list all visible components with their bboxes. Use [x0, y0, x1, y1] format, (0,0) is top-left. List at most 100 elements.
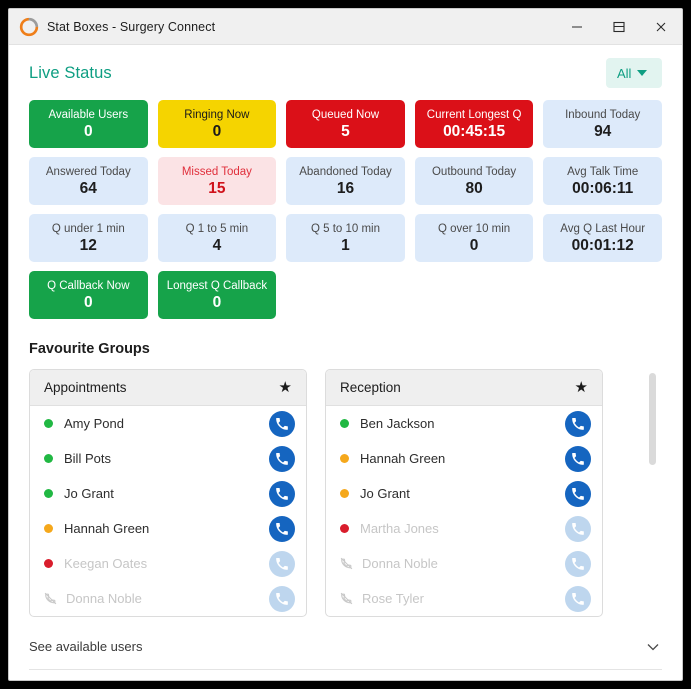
status-filter-label: All: [617, 65, 632, 81]
stat-box-label: Available Users: [48, 108, 129, 121]
user-list-item[interactable]: Keegan Oates: [30, 546, 306, 581]
call-user-button[interactable]: [565, 445, 591, 472]
stat-box-grid: Available Users 0 Ringing Now 0 Queued Now 5 C…: [29, 100, 662, 319]
stat-box-value: 5: [341, 122, 350, 140]
user-list-item[interactable]: Donna Noble: [30, 581, 306, 616]
stat-box-label: Missed Today: [181, 165, 252, 178]
window-controls: [556, 9, 682, 44]
call-user-button[interactable]: [565, 410, 591, 437]
stat-box[interactable]: Avg Q Last Hour 00:01:12: [543, 214, 662, 262]
stat-box-value: 16: [336, 179, 355, 197]
user-name: Amy Pond: [64, 416, 124, 431]
stat-box-value: 94: [594, 122, 612, 140]
user-status-dot: [340, 454, 349, 463]
stat-box[interactable]: Avg Talk Time 00:06:11: [543, 157, 662, 205]
favourite-groups-title: Favourite Groups: [29, 341, 150, 357]
stat-box[interactable]: Current Longest Q 00:45:15: [414, 100, 534, 148]
user-status-dot: [44, 559, 53, 568]
stat-box-value: 00:06:11: [572, 179, 634, 197]
stat-box[interactable]: Abandoned Today 16: [286, 157, 405, 205]
stat-box-label: Queued Now: [311, 108, 380, 121]
stat-box[interactable]: Longest Q Callback 0: [157, 271, 277, 319]
call-user-button[interactable]: [269, 410, 295, 437]
call-user-button: [269, 550, 295, 577]
user-list-item[interactable]: Jo Grant: [326, 476, 602, 511]
window-title: Stat Boxes - Surgery Connect: [47, 19, 216, 34]
stat-box[interactable]: Q under 1 min 12: [29, 214, 148, 262]
stat-box[interactable]: Missed Today 15: [157, 157, 277, 205]
stat-box-value: 4: [212, 236, 222, 254]
stat-box[interactable]: Queued Now 5: [286, 100, 405, 148]
user-list-item[interactable]: Donna Noble: [326, 546, 602, 581]
call-user-button: [565, 515, 591, 542]
user-list-item[interactable]: Bill Pots: [30, 441, 306, 476]
user-list-item[interactable]: Martha Jones: [326, 511, 602, 546]
stat-box[interactable]: Q Callback Now 0: [29, 271, 148, 319]
groups-scrollbar-thumb[interactable]: [649, 373, 656, 465]
user-list-item[interactable]: Amy Pond: [30, 406, 306, 441]
page-title: Live Status: [29, 63, 112, 82]
restore-button[interactable]: [598, 9, 640, 44]
stat-box[interactable]: Available Users 0: [29, 100, 148, 148]
group-card-header: Reception ★: [326, 370, 602, 406]
stat-box[interactable]: Answered Today 64: [29, 157, 148, 205]
user-name: Donna Noble: [66, 591, 142, 606]
stat-box-label: Q Callback Now: [47, 279, 130, 292]
favourite-group-card: Reception ★ Ben Jackson Hannah Green Jo Gran…: [325, 369, 603, 617]
close-icon: [656, 22, 666, 31]
stat-box[interactable]: Ringing Now 0: [157, 100, 277, 148]
user-name: Jo Grant: [64, 486, 114, 501]
star-filled-icon[interactable]: ★: [279, 380, 292, 395]
stat-box-value: 64: [79, 179, 97, 197]
user-status-dot: [44, 419, 53, 428]
favourite-group-card: Appointments ★ Amy Pond Bill Pots Jo Grant Ha…: [29, 369, 307, 617]
close-button[interactable]: [640, 9, 682, 44]
phone-off-icon: [340, 592, 353, 605]
stat-box-label: Answered Today: [45, 165, 131, 178]
call-user-button[interactable]: [565, 480, 591, 507]
stat-box-label: Q under 1 min: [51, 222, 125, 235]
call-user-button[interactable]: [269, 480, 295, 507]
favourite-groups-viewport: Appointments ★ Amy Pond Bill Pots Jo Grant Ha…: [29, 369, 662, 624]
see-available-users-label: See available users: [29, 639, 143, 654]
live-status-header: Live Status All: [29, 45, 662, 97]
stat-box-label: Longest Q Callback: [166, 279, 268, 292]
status-filter-dropdown[interactable]: All: [606, 58, 662, 88]
user-list-item[interactable]: Hannah Green: [326, 441, 602, 476]
user-list-item[interactable]: Jo Grant: [30, 476, 306, 511]
call-user-button: [565, 550, 591, 577]
stat-box[interactable]: Outbound Today 80: [414, 157, 534, 205]
main-content: Live Status All Available Users 0 Ringing …: [9, 45, 682, 680]
minimize-button[interactable]: [556, 9, 598, 44]
phone-off-icon: [340, 557, 353, 570]
user-name: Ben Jackson: [360, 416, 435, 431]
user-status-dot: [340, 524, 349, 533]
call-user-button[interactable]: [269, 445, 295, 472]
stat-box[interactable]: Q 1 to 5 min 4: [157, 214, 277, 262]
stat-box-value: 0: [212, 122, 222, 140]
see-available-users-toggle[interactable]: See available users: [29, 624, 662, 670]
user-status-dot: [340, 419, 349, 428]
stat-box-value: 1: [341, 236, 350, 254]
user-name: Martha Jones: [360, 521, 439, 536]
footer: See available users: [29, 624, 662, 680]
call-user-button[interactable]: [269, 515, 295, 542]
stat-box-label: Current Longest Q: [426, 108, 522, 121]
stat-box[interactable]: Inbound Today 94: [543, 100, 662, 148]
stat-box[interactable]: Q 5 to 10 min 1: [286, 214, 405, 262]
user-list-item[interactable]: Rose Tyler: [326, 581, 602, 616]
user-list-item[interactable]: Hannah Green: [30, 511, 306, 546]
user-status-dot: [340, 489, 349, 498]
title-bar[interactable]: Stat Boxes - Surgery Connect: [9, 9, 682, 45]
stat-box-value: 0: [83, 122, 93, 140]
user-name: Hannah Green: [360, 451, 446, 466]
stat-box-label: Avg Talk Time: [567, 165, 639, 178]
stat-box-label: Abandoned Today: [299, 165, 392, 178]
user-list-item[interactable]: Ben Jackson: [326, 406, 602, 441]
stat-box[interactable]: Q over 10 min 0: [414, 214, 534, 262]
star-filled-icon[interactable]: ★: [575, 380, 588, 395]
restore-icon: [613, 21, 625, 32]
user-name: Jo Grant: [360, 486, 410, 501]
user-name: Keegan Oates: [64, 556, 148, 571]
application-window: Stat Boxes - Surgery Connect Live Status…: [8, 8, 683, 681]
